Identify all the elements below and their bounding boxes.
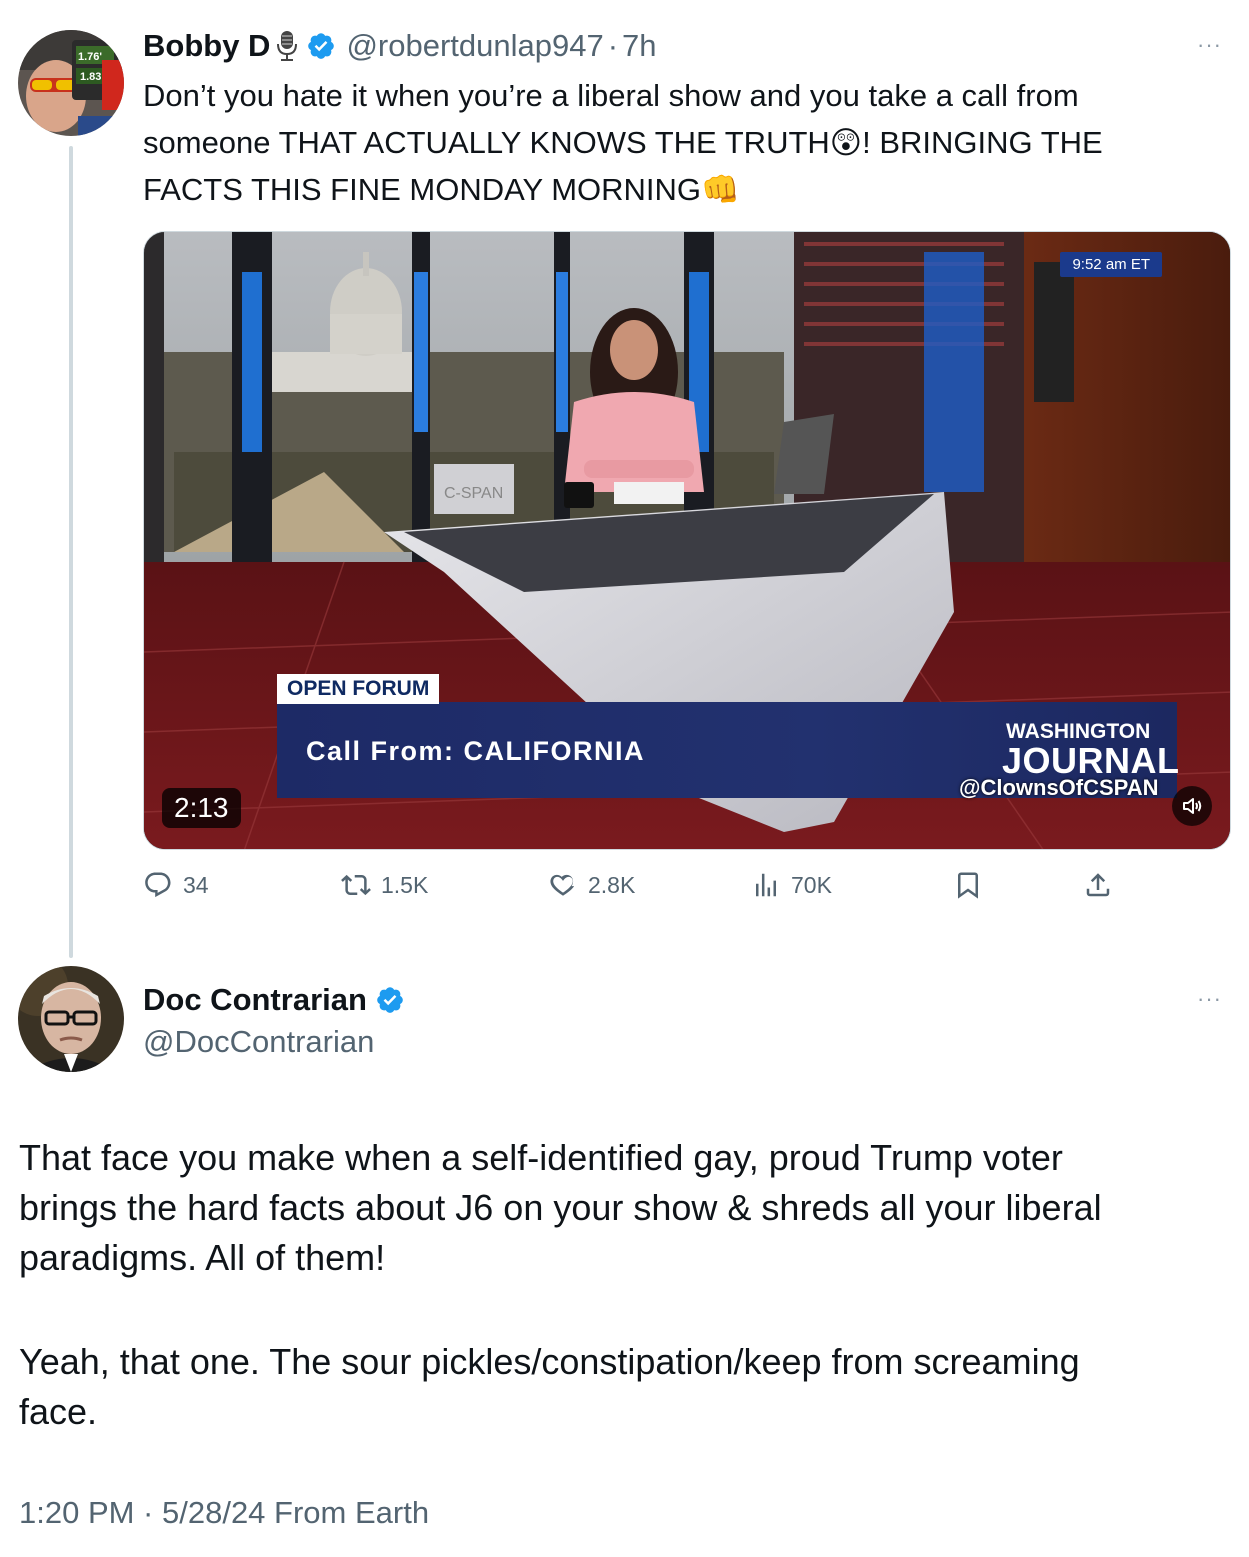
share-button[interactable]	[1083, 870, 1113, 900]
reply-icon	[145, 872, 171, 898]
heart-icon	[550, 874, 575, 896]
astonished-emoji-icon: 😲	[829, 125, 863, 160]
tweet2-text-line: face.	[19, 1391, 98, 1432]
dot-separator: ·	[607, 28, 619, 63]
tweet2-header: Doc Contrarian	[143, 980, 405, 1020]
like-count: 2.8K	[588, 871, 636, 898]
video-watermark: @ClownsOfCSPAN	[959, 775, 1159, 800]
bookmark-icon	[958, 872, 978, 899]
reply-button[interactable]: 34	[143, 870, 209, 900]
tweet1-text: Don’t you hate it when you’re a liberal …	[143, 72, 1103, 213]
tweet2-paragraph-1: That face you make when a self-identifie…	[19, 1133, 1219, 1283]
tweet1-text-line: FACTS THIS FINE MONDAY MORNING👊	[143, 172, 740, 207]
tweet-timestamp-meta[interactable]: 1:20 PM · 5/28/24 From Earth	[19, 1495, 429, 1531]
svg-text:1.83': 1.83'	[80, 71, 104, 83]
tweet1-text-line: someone THAT ACTUALLY KNOWS THE TRUTH😲! …	[143, 125, 1103, 160]
avatar-image	[18, 966, 124, 1072]
share-icon	[1086, 873, 1110, 897]
video-player[interactable]: C-SPAN 9:52 am ET OPEN FORUM Call From: …	[143, 231, 1231, 850]
tweet2-paragraph-2: Yeah, that one. The sour pickles/constip…	[19, 1337, 1219, 1437]
display-name[interactable]: Bobby D	[143, 28, 270, 64]
video-time-bug: 9:52 am ET	[1060, 252, 1162, 277]
views-button[interactable]: 70K	[751, 870, 832, 900]
tweet2-text-line: brings the hard facts about J6 on your s…	[19, 1187, 1102, 1228]
svg-text:1.76': 1.76'	[78, 51, 102, 63]
user-handle[interactable]: @robertdunlap947	[346, 28, 603, 64]
more-options-icon[interactable]: ···	[1197, 986, 1222, 1012]
repost-button[interactable]: 1.5K	[341, 870, 428, 900]
tweet-time[interactable]: 7h	[622, 28, 656, 64]
call-from-caption: Call From: CALIFORNIA	[306, 736, 645, 766]
tweet1-text-line: Don’t you hate it when you’re a liberal …	[143, 78, 1079, 113]
repost-icon	[341, 874, 371, 896]
avatar-doc-contrarian[interactable]	[18, 966, 124, 1072]
repost-count: 1.5K	[381, 871, 429, 898]
avatar-bobby-d[interactable]: 1.76' 1.83'	[18, 30, 124, 136]
reply-count: 34	[183, 871, 209, 898]
tweet2-text-line: That face you make when a self-identifie…	[19, 1137, 1063, 1178]
verified-badge-icon	[306, 31, 336, 61]
tweet1-header: Bobby D @robertdunlap947 · 7h	[143, 26, 657, 66]
tweet2-text-line: Yeah, that one. The sour pickles/constip…	[19, 1341, 1080, 1382]
verified-badge-icon	[375, 985, 405, 1015]
fist-emoji-icon: 👊	[701, 172, 740, 207]
video-duration-badge: 2:13	[162, 788, 241, 828]
more-options-icon[interactable]: ···	[1197, 32, 1222, 58]
tweet1-actions-bar: 34 1.5K 2.8K 70K	[143, 870, 1133, 906]
views-chart-icon	[756, 873, 776, 897]
user-handle[interactable]: @DocContrarian	[143, 1022, 374, 1062]
microphone-icon	[276, 30, 298, 62]
display-name[interactable]: Doc Contrarian	[143, 982, 367, 1018]
svg-text:C-SPAN: C-SPAN	[444, 485, 503, 502]
like-button[interactable]: 2.8K	[548, 870, 635, 900]
thread-connector-line	[69, 146, 73, 958]
avatar-image: 1.76' 1.83'	[18, 30, 124, 136]
mute-toggle-icon[interactable]	[1172, 786, 1212, 826]
views-count: 70K	[791, 871, 832, 898]
bookmark-button[interactable]	[953, 870, 983, 900]
open-forum-label: OPEN FORUM	[277, 674, 440, 704]
tweet2-text-line: paradigms. All of them!	[19, 1237, 386, 1278]
